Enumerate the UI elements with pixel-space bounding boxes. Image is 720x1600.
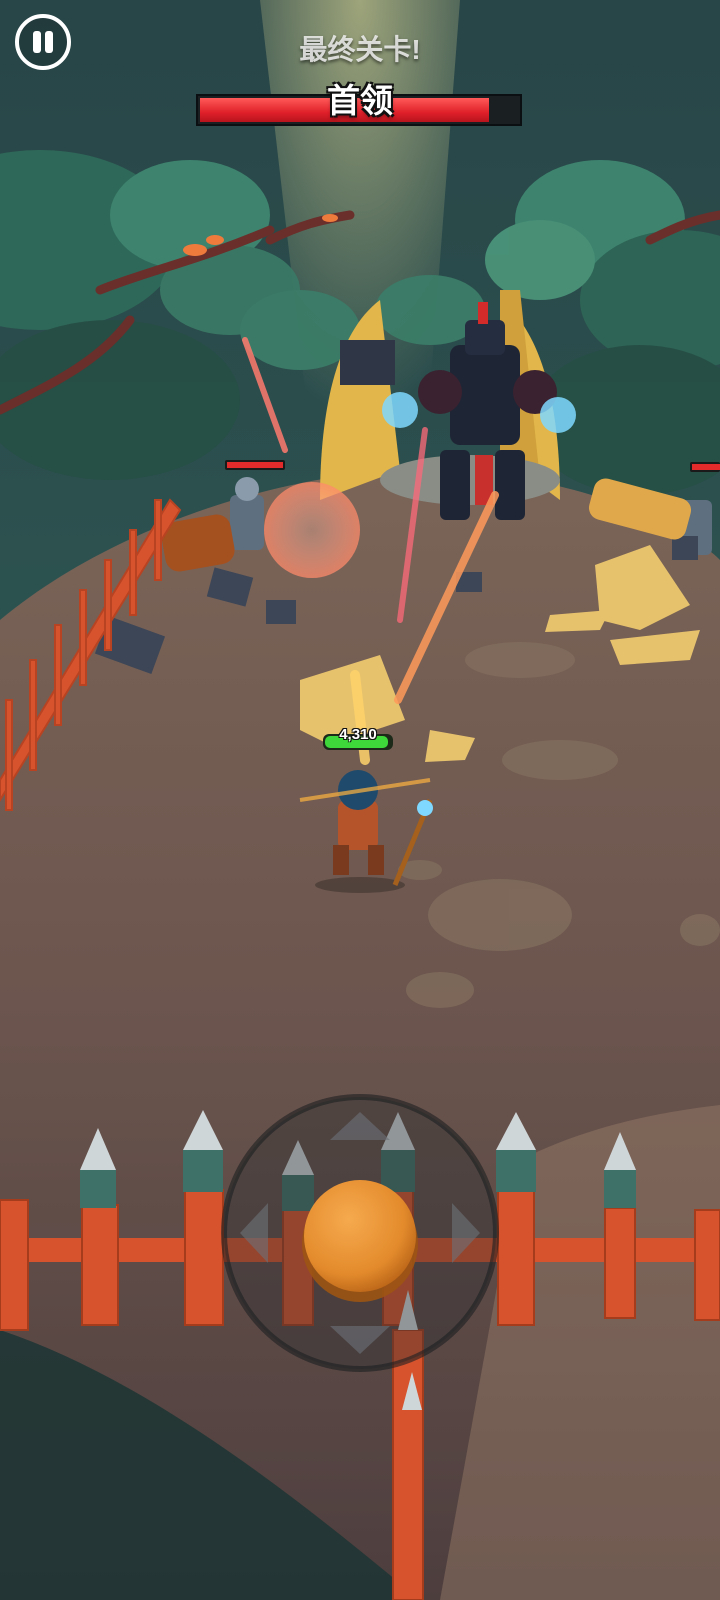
joystick-control[interactable] [224,1097,496,1369]
boss-name-label: 首领 [327,82,393,119]
game-screen: 最终关卡! 首领 4,310 [0,0,720,1600]
player-health-value: 4,310 [339,726,377,743]
shield-bubble [264,482,360,578]
stage-title: 最终关卡! [299,34,421,65]
